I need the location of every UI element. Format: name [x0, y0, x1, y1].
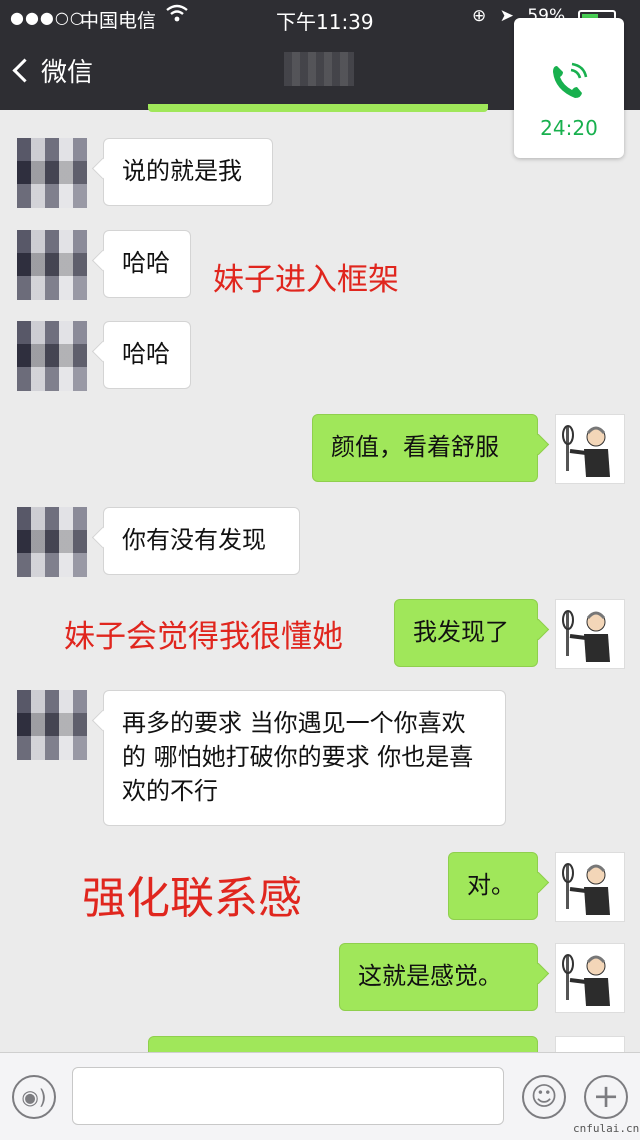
voice-call-floating-window[interactable]: 24:20 — [514, 18, 624, 158]
message-bubble-received[interactable]: 说的就是我 — [103, 138, 273, 206]
message-bubble-sent[interactable]: 颜值，看着舒服 — [312, 414, 538, 482]
message-bubble-received[interactable]: 再多的要求 当你遇见一个你喜欢的 哪怕她打破你的要求 你也是喜欢的不行 — [103, 690, 506, 826]
contact-avatar[interactable] — [17, 690, 87, 760]
back-label: 微信 — [41, 58, 94, 88]
back-button[interactable]: 微信 — [12, 52, 94, 89]
annotation-red-text: 妹子进入框架 — [213, 262, 399, 298]
annotation-red-text: 妹子会觉得我很懂她 — [64, 619, 343, 655]
rotation-lock-icon: ⊕ — [472, 6, 487, 26]
signal-strength: ●●●○○ — [10, 8, 85, 27]
message-bubble-sent[interactable]: 这就是感觉。 — [339, 943, 538, 1011]
cartoon-avatar-icon — [562, 954, 610, 1006]
contact-avatar[interactable] — [17, 507, 87, 577]
voice-icon: ◉) — [21, 1085, 47, 1109]
cartoon-avatar-icon — [562, 425, 610, 477]
contact-avatar[interactable] — [17, 138, 87, 208]
my-avatar[interactable] — [555, 599, 625, 669]
emoji-button[interactable]: ☺ — [522, 1075, 566, 1119]
status-time: 下午11:39 — [276, 10, 374, 34]
chat-title-pixelated — [284, 52, 354, 86]
voice-input-button[interactable]: ◉) — [12, 1075, 56, 1119]
message-bubble-received[interactable]: 哈哈 — [103, 321, 191, 389]
message-bubble-received[interactable]: 你有没有发现 — [103, 507, 300, 575]
annotation-red-text: 强化联系感 — [82, 873, 302, 924]
previous-message-edge — [148, 104, 488, 112]
message-text-input[interactable] — [72, 1067, 504, 1125]
message-bubble-received[interactable]: 哈哈 — [103, 230, 191, 298]
watermark: cnfulai.cn — [573, 1122, 640, 1135]
my-avatar[interactable] — [555, 414, 625, 484]
cartoon-avatar-icon — [562, 610, 610, 662]
wifi-icon — [166, 4, 188, 27]
my-avatar[interactable] — [555, 852, 625, 922]
my-avatar[interactable] — [555, 943, 625, 1013]
phone-icon — [545, 60, 591, 104]
cartoon-avatar-icon — [562, 863, 610, 915]
message-bubble-sent[interactable]: 我发现了 — [394, 599, 538, 667]
more-button[interactable]: + — [584, 1075, 628, 1119]
chat-input-bar: ◉) ☺ + — [0, 1052, 640, 1140]
contact-avatar[interactable] — [17, 321, 87, 391]
location-icon: ➤ — [499, 6, 514, 26]
contact-avatar[interactable] — [17, 230, 87, 300]
chevron-left-icon — [12, 58, 37, 83]
plus-icon: + — [592, 1077, 620, 1115]
call-duration: 24:20 — [540, 116, 598, 140]
smiley-icon: ☺ — [530, 1082, 558, 1112]
carrier-name: 中国电信 — [80, 10, 157, 32]
message-bubble-sent[interactable]: 对。 — [448, 852, 538, 920]
